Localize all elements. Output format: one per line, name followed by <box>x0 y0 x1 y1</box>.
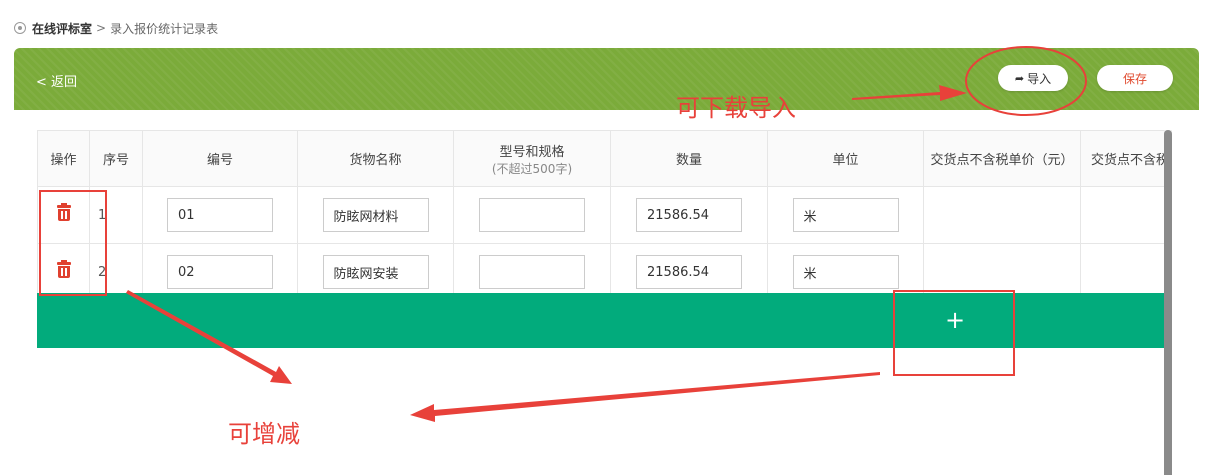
name-input[interactable] <box>322 198 429 232</box>
trash-icon[interactable] <box>56 260 71 279</box>
col-header-name: 货物名称 <box>297 130 454 187</box>
col-header-unit-price: 交货点不含税单价（元） <box>923 130 1081 187</box>
trash-icon[interactable] <box>56 203 71 222</box>
import-button-label: 导入 <box>1027 71 1052 86</box>
name-input[interactable] <box>322 255 429 289</box>
row-seq: 2 <box>89 243 143 301</box>
unit-input[interactable] <box>792 255 899 289</box>
annotation-download-import: 可下载导入 <box>676 94 796 122</box>
col-header-qty: 数量 <box>610 130 768 187</box>
unit-price-cell <box>923 186 1081 244</box>
col-header-code: 编号 <box>142 130 298 187</box>
breadcrumb-root-link[interactable]: 在线评标室 <box>32 20 92 37</box>
qty-input[interactable] <box>636 255 742 289</box>
share-arrow-icon: ➦ <box>1014 71 1025 85</box>
breadcrumb: 在线评标室 > 录入报价统计记录表 <box>14 18 218 38</box>
col-header-spec: 型号和规格 (不超过500字) <box>453 130 611 187</box>
table-header-row: 操作 序号 编号 货物名称 型号和规格 (不超过500字) 数量 单位 交货点不… <box>37 130 1165 187</box>
total-cell <box>1080 243 1165 301</box>
row-seq: 1 <box>89 186 143 244</box>
delete-cell <box>37 243 90 301</box>
scrollbar-thumb[interactable] <box>1164 130 1172 475</box>
table-row: 1 <box>37 186 1165 244</box>
add-row-button[interactable]: + <box>940 305 970 335</box>
breadcrumb-current: 录入报价统计记录表 <box>110 21 219 36</box>
col-header-spec-hint: (不超过500字) <box>491 161 573 176</box>
unit-price-cell <box>923 243 1081 301</box>
table-row: 2 <box>37 243 1165 301</box>
save-button[interactable]: 保存 <box>1097 65 1173 91</box>
save-button-label: 保存 <box>1122 71 1147 86</box>
col-header-spec-label: 型号和规格 <box>499 144 565 160</box>
qty-input[interactable] <box>636 198 742 232</box>
annotation-add-remove: 可增减 <box>228 420 300 448</box>
location-icon <box>14 22 26 34</box>
total-cell <box>1080 186 1165 244</box>
table-container: 操作 序号 编号 货物名称 型号和规格 (不超过500字) 数量 单位 交货点不… <box>37 130 1165 475</box>
col-header-seq: 序号 <box>89 130 143 187</box>
breadcrumb-separator: > <box>96 21 107 35</box>
code-input[interactable] <box>167 198 273 232</box>
col-header-action: 操作 <box>37 130 90 187</box>
header-bar: < 返回 ➦ 导入 保存 <box>14 48 1199 110</box>
spec-input[interactable] <box>479 255 585 289</box>
add-row-bar: + <box>37 293 1165 348</box>
page: 在线评标室 > 录入报价统计记录表 < 返回 ➦ 导入 保存 操作 序号 编号 … <box>0 0 1213 475</box>
spec-input[interactable] <box>479 198 585 232</box>
unit-input[interactable] <box>792 198 899 232</box>
col-header-unit: 单位 <box>767 130 924 187</box>
back-link[interactable]: < 返回 <box>36 71 77 90</box>
import-button[interactable]: ➦ 导入 <box>998 65 1068 91</box>
code-input[interactable] <box>167 255 273 289</box>
col-header-total: 交货点不含税 <box>1080 130 1165 187</box>
delete-cell <box>37 186 90 244</box>
quote-table: 操作 序号 编号 货物名称 型号和规格 (不超过500字) 数量 单位 交货点不… <box>37 130 1165 301</box>
